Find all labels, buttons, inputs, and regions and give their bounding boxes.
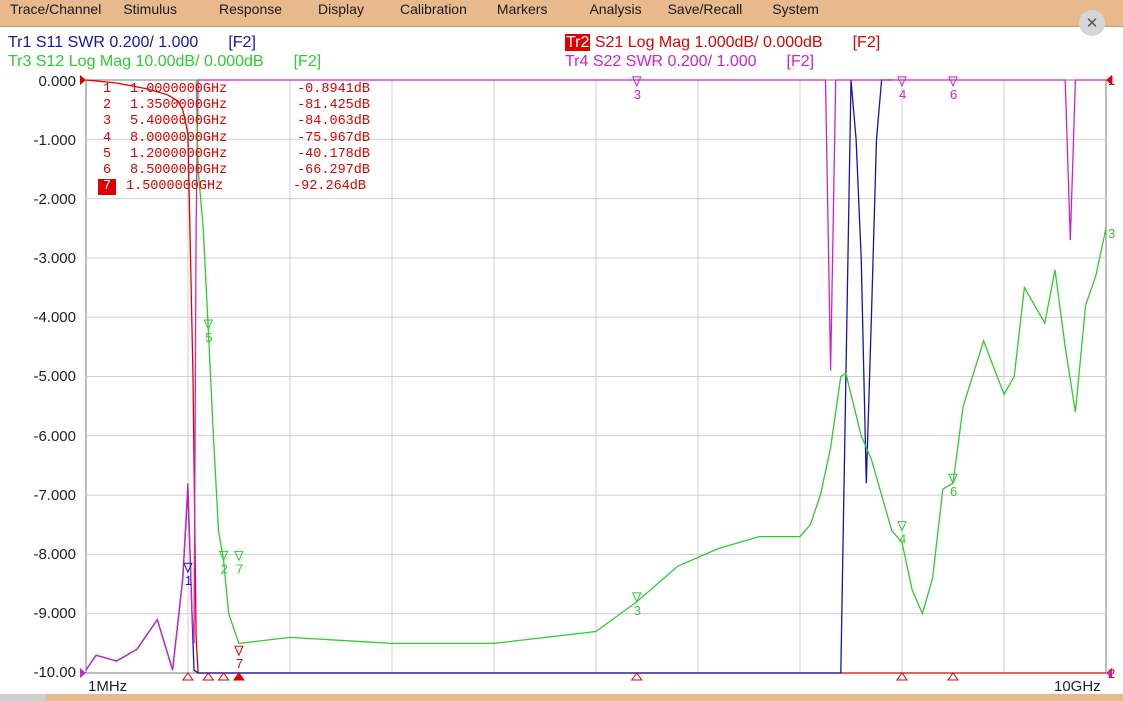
stimulus-marker — [217, 672, 230, 681]
marker-table: 1 1.0000000GHz -0.8941dB 2 1.3500000GHz -81.… — [94, 82, 370, 196]
marker-number: 2 — [102, 98, 112, 114]
marker-frequency: 1.5000000GHz — [126, 179, 224, 195]
marker-number: 3 — [102, 114, 112, 130]
marker-value: -92.264dB — [293, 179, 366, 195]
trace-marker-label: 1 — [185, 573, 192, 588]
marker-row-active[interactable]: 7 1.5000000GHz -92.264dB — [94, 179, 370, 196]
reference-marker-tr4 — [80, 668, 86, 678]
marker-frequency: 8.5000000GHz — [130, 163, 228, 179]
marker-value: -66.297dB — [297, 163, 370, 179]
stimulus-marker — [630, 672, 643, 681]
stimulus-marker — [896, 672, 908, 681]
marker-row[interactable]: 2 1.3500000GHz -81.425dB — [94, 98, 370, 114]
marker-value: -40.178dB — [297, 146, 370, 162]
marker-value: -0.8941dB — [297, 82, 370, 97]
stimulus-marker — [232, 672, 245, 681]
marker-number: 4 — [102, 130, 112, 146]
trace-marker-label: 6 — [950, 484, 957, 499]
trace-marker-label: 4 — [899, 532, 906, 547]
stimulus-marker — [181, 672, 194, 681]
marker-number: 1 — [102, 82, 112, 97]
reference-marker-tr2 — [80, 75, 86, 85]
trace-marker-label: 5 — [205, 330, 212, 345]
marker-value: -84.063dB — [297, 114, 370, 130]
marker-frequency: 1.3500000GHz — [130, 98, 228, 114]
trace-marker — [631, 592, 642, 604]
marker-frequency: 1.2000000GHz — [130, 146, 228, 162]
trace-marker-label: 2 — [221, 561, 228, 576]
trace-marker-label: 3 — [634, 87, 641, 102]
marker-number: 5 — [102, 146, 112, 162]
scroll-thumb[interactable] — [0, 694, 46, 701]
trace-marker — [234, 550, 244, 562]
trace-marker-label: 6 — [950, 87, 957, 102]
end-label-right-top: 1 — [1108, 73, 1115, 88]
trace-marker — [631, 76, 642, 88]
marker-number: 7 — [98, 179, 116, 196]
end-label-right-bottom: 2 — [1108, 666, 1115, 681]
trace-marker-label: 4 — [899, 87, 906, 102]
marker-value: -81.425dB — [297, 98, 370, 114]
stimulus-marker — [202, 672, 215, 681]
marker-frequency: 1.0000000GHz — [130, 82, 228, 97]
marker-row[interactable]: 5 1.2000000GHz -40.178dB — [94, 147, 370, 163]
trace-marker-label: 7 — [236, 561, 243, 576]
marker-row[interactable]: 1 1.0000000GHz -0.8941dB — [94, 82, 370, 98]
marker-frequency: 5.4000000GHz — [130, 114, 228, 130]
marker-row[interactable]: 3 5.4000000GHz -84.063dB — [94, 114, 370, 130]
marker-number: 6 — [102, 163, 112, 179]
trace-marker — [948, 76, 958, 88]
marker-frequency: 8.0000000GHz — [130, 130, 228, 146]
marker-value: -75.967dB — [297, 130, 370, 146]
end-label-tr3: 3 — [1108, 226, 1115, 241]
marker-row[interactable]: 6 8.5000000GHz -66.297dB — [94, 163, 370, 179]
trace-marker-label: 3 — [634, 603, 641, 618]
trace-marker-label: 7 — [236, 656, 243, 671]
trace-marker — [234, 645, 244, 657]
marker-row[interactable]: 4 8.0000000GHz -75.967dB — [94, 131, 370, 147]
stimulus-marker — [947, 672, 959, 681]
bottom-scrollbar[interactable] — [0, 694, 1123, 701]
